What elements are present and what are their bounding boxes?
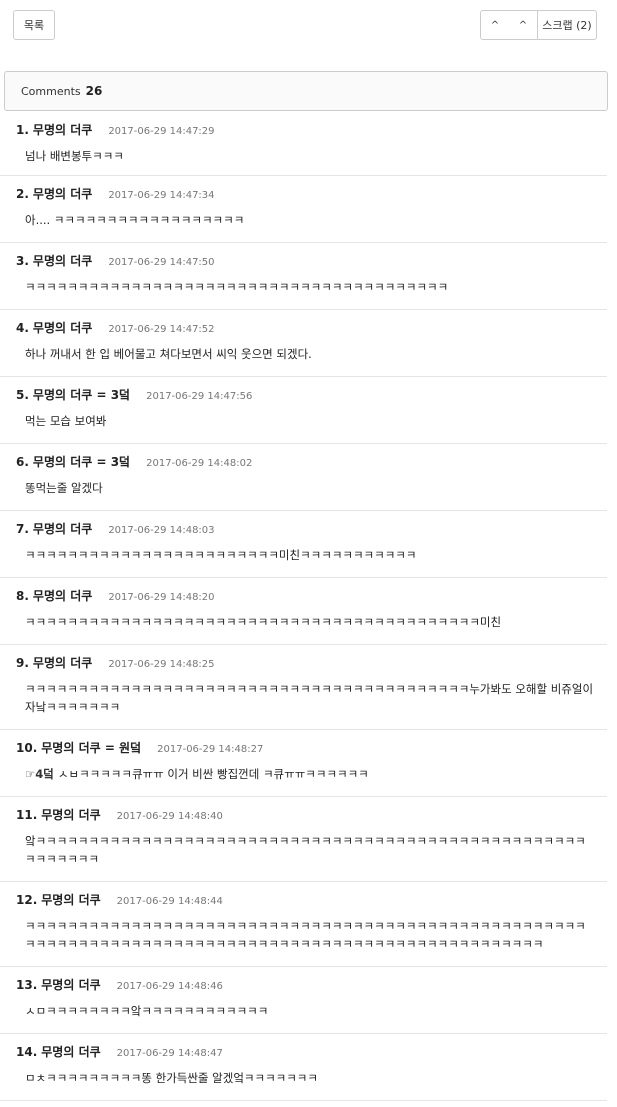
comment-author[interactable]: 무명의 더쿠 bbox=[41, 891, 100, 908]
comment-item: 3. 무명의 더쿠 2017-06-29 14:47:50 ㅋㅋㅋㅋㅋㅋㅋㅋㅋㅋㅋㅋ… bbox=[0, 243, 607, 310]
comment-author[interactable]: 무명의 더쿠 bbox=[33, 319, 92, 336]
comment-body: ㅋㅋㅋㅋㅋㅋㅋㅋㅋㅋㅋㅋㅋㅋㅋㅋㅋㅋㅋㅋㅋㅋㅋㅋㅋㅋㅋㅋㅋㅋㅋㅋㅋㅋㅋㅋㅋㅋㅋㅋ bbox=[25, 280, 449, 294]
comment-author[interactable]: 무명의 더쿠 bbox=[33, 252, 92, 269]
comment-date: 2017-06-29 14:47:34 bbox=[108, 190, 215, 201]
comment-number: 6. bbox=[16, 455, 29, 469]
comment-number: 10. bbox=[16, 741, 38, 755]
comment-body: ㅋㅋㅋㅋㅋㅋㅋㅋㅋㅋㅋㅋㅋㅋㅋㅋㅋㅋㅋㅋㅋㅋㅋㅋㅋㅋㅋㅋㅋㅋㅋㅋㅋㅋㅋㅋㅋㅋㅋㅋ… bbox=[25, 682, 594, 714]
comment-author[interactable]: 무명의 더쿠 bbox=[33, 654, 92, 671]
comment-body-text: ㅅㅂㅋㅋㅋㅋㅋ큐ㅠㅠ 이거 비싼 빵집껀데 ㅋ큐ㅠㅠㅋㅋㅋㅋㅋㅋ bbox=[57, 767, 369, 781]
comment-author[interactable]: 무명의 더쿠 bbox=[41, 806, 100, 823]
comment-body: ☞4덬 ㅅㅂㅋㅋㅋㅋㅋ큐ㅠㅠ 이거 비싼 빵집껀데 ㅋ큐ㅠㅠㅋㅋㅋㅋㅋㅋ bbox=[25, 765, 595, 783]
prev-post-icon[interactable]: ^ bbox=[481, 11, 509, 39]
comment-body: 똥먹는줄 알겠다 bbox=[25, 481, 103, 495]
comment-date: 2017-06-29 14:48:46 bbox=[116, 981, 223, 992]
comment-date: 2017-06-29 14:48:25 bbox=[108, 659, 215, 670]
comment-body: ㅋㅋㅋㅋㅋㅋㅋㅋㅋㅋㅋㅋㅋㅋㅋㅋㅋㅋㅋㅋㅋㅋㅋㅋㅋㅋㅋㅋㅋㅋㅋㅋㅋㅋㅋㅋㅋㅋㅋㅋ… bbox=[25, 615, 502, 629]
comment-item: 12. 무명의 더쿠 2017-06-29 14:48:44 ㅋㅋㅋㅋㅋㅋㅋㅋㅋㅋㅋ… bbox=[0, 882, 607, 967]
comment-author[interactable]: 무명의 더쿠 = 3덬 bbox=[33, 453, 130, 470]
comment-body: ㅋㅋㅋㅋㅋㅋㅋㅋㅋㅋㅋㅋㅋㅋㅋㅋㅋㅋㅋㅋㅋㅋㅋㅋㅋㅋㅋㅋㅋㅋㅋㅋㅋㅋㅋㅋㅋㅋㅋㅋ… bbox=[25, 919, 586, 951]
comment-date: 2017-06-29 14:48:27 bbox=[157, 744, 264, 755]
post-nav-group: ^ ^ 스크랩 (2) bbox=[480, 10, 597, 40]
comment-item: 5. 무명의 더쿠 = 3덬 2017-06-29 14:47:56 먹는 모습 보… bbox=[0, 377, 607, 444]
comment-body: 앜ㅋㅋㅋㅋㅋㅋㅋㅋㅋㅋㅋㅋㅋㅋㅋㅋㅋㅋㅋㅋㅋㅋㅋㅋㅋㅋㅋㅋㅋㅋㅋㅋㅋㅋㅋㅋㅋㅋㅋ… bbox=[25, 834, 586, 866]
comments-header: Comments 26 bbox=[4, 71, 608, 111]
comment-date: 2017-06-29 14:47:52 bbox=[108, 324, 215, 335]
comment-date: 2017-06-29 14:47:50 bbox=[108, 257, 215, 268]
comment-author[interactable]: 무명의 더쿠 bbox=[33, 587, 92, 604]
comment-number: 4. bbox=[16, 321, 29, 335]
comment-date: 2017-06-29 14:48:40 bbox=[116, 811, 223, 822]
comment-date: 2017-06-29 14:48:20 bbox=[108, 592, 215, 603]
comment-body: 하나 꺼내서 한 입 베어물고 쳐다보면서 씨익 웃으면 되겠다. bbox=[25, 347, 312, 361]
next-post-icon[interactable]: ^ bbox=[509, 11, 537, 39]
comment-date: 2017-06-29 14:48:03 bbox=[108, 525, 215, 536]
comment-number: 5. bbox=[16, 388, 29, 402]
comment-item: 13. 무명의 더쿠 2017-06-29 14:48:46 ㅅㅁㅋㅋㅋㅋㅋㅋㅋㅋ앜… bbox=[0, 967, 607, 1034]
comment-body: 아.... ㅋㅋㅋㅋㅋㅋㅋㅋㅋㅋㅋㅋㅋㅋㅋㅋㅋㅋ bbox=[25, 213, 245, 227]
comment-author[interactable]: 무명의 더쿠 bbox=[33, 520, 92, 537]
comment-date: 2017-06-29 14:47:29 bbox=[108, 126, 215, 137]
comment-date: 2017-06-29 14:48:44 bbox=[116, 896, 223, 907]
comment-date: 2017-06-29 14:48:47 bbox=[116, 1048, 223, 1059]
comment-number: 1. bbox=[16, 123, 29, 137]
comment-item: 14. 무명의 더쿠 2017-06-29 14:48:47 ㅁㅊㅋㅋㅋㅋㅋㅋㅋㅋㅋ… bbox=[0, 1034, 607, 1101]
comment-item: 1. 무명의 더쿠 2017-06-29 14:47:29 넘나 배변봉투ㅋㅋㅋ bbox=[0, 112, 607, 176]
comment-number: 9. bbox=[16, 656, 29, 670]
comment-author[interactable]: 무명의 더쿠 bbox=[41, 976, 100, 993]
comment-item: 9. 무명의 더쿠 2017-06-29 14:48:25 ㅋㅋㅋㅋㅋㅋㅋㅋㅋㅋㅋㅋ… bbox=[0, 645, 607, 730]
list-button[interactable]: 목록 bbox=[13, 10, 55, 40]
comment-author[interactable]: 무명의 더쿠 bbox=[33, 185, 92, 202]
comment-item: 8. 무명의 더쿠 2017-06-29 14:48:20 ㅋㅋㅋㅋㅋㅋㅋㅋㅋㅋㅋㅋ… bbox=[0, 578, 607, 645]
comment-body: ㅁㅊㅋㅋㅋㅋㅋㅋㅋㅋㅋ똥 한가득싼줄 알겠엌ㅋㅋㅋㅋㅋㅋㅋ bbox=[25, 1071, 318, 1085]
comment-number: 11. bbox=[16, 808, 38, 822]
comment-item: 4. 무명의 더쿠 2017-06-29 14:47:52 하나 꺼내서 한 입 베… bbox=[0, 310, 607, 377]
reply-mention-icon: ☞4덬 bbox=[25, 767, 54, 781]
comment-body: ㅅㅁㅋㅋㅋㅋㅋㅋㅋㅋ앜ㅋㅋㅋㅋㅋㅋㅋㅋㅋㅋㅋㅋ bbox=[25, 1004, 269, 1018]
comment-author[interactable]: 무명의 더쿠 = 3덬 bbox=[33, 386, 130, 403]
comment-number: 7. bbox=[16, 522, 29, 536]
comment-item: 2. 무명의 더쿠 2017-06-29 14:47:34 아.... ㅋㅋㅋㅋㅋㅋ… bbox=[0, 176, 607, 243]
comment-number: 12. bbox=[16, 893, 38, 907]
comment-item: 11. 무명의 더쿠 2017-06-29 14:48:40 앜ㅋㅋㅋㅋㅋㅋㅋㅋㅋㅋ… bbox=[0, 797, 607, 882]
comment-body: ㅋㅋㅋㅋㅋㅋㅋㅋㅋㅋㅋㅋㅋㅋㅋㅋㅋㅋㅋㅋㅋㅋㅋㅋ미친ㅋㅋㅋㅋㅋㅋㅋㅋㅋㅋㅋ bbox=[25, 548, 417, 562]
comment-author[interactable]: 무명의 더쿠 = 원덬 bbox=[41, 739, 141, 756]
comment-date: 2017-06-29 14:47:56 bbox=[146, 391, 253, 402]
comment-number: 14. bbox=[16, 1045, 38, 1059]
comment-item: 6. 무명의 더쿠 = 3덬 2017-06-29 14:48:02 똥먹는줄 알겠… bbox=[0, 444, 607, 511]
comment-item: 7. 무명의 더쿠 2017-06-29 14:48:03 ㅋㅋㅋㅋㅋㅋㅋㅋㅋㅋㅋㅋ… bbox=[0, 511, 607, 578]
comment-author[interactable]: 무명의 더쿠 bbox=[41, 1043, 100, 1060]
comment-number: 13. bbox=[16, 978, 38, 992]
comment-author[interactable]: 무명의 더쿠 bbox=[33, 121, 92, 138]
scrap-button[interactable]: 스크랩 (2) bbox=[537, 11, 596, 39]
comments-count: 26 bbox=[85, 84, 103, 98]
comments-label: Comments bbox=[21, 84, 81, 98]
comment-date: 2017-06-29 14:48:02 bbox=[146, 458, 253, 469]
comment-item: 10. 무명의 더쿠 = 원덬 2017-06-29 14:48:27 ☞4덬 ㅅㅂㅋ… bbox=[0, 730, 607, 797]
comment-body: 넘나 배변봉투ㅋㅋㅋ bbox=[25, 149, 124, 163]
comment-number: 3. bbox=[16, 254, 29, 268]
comment-body: 먹는 모습 보여봐 bbox=[25, 414, 107, 428]
comment-number: 8. bbox=[16, 589, 29, 603]
comment-number: 2. bbox=[16, 187, 29, 201]
